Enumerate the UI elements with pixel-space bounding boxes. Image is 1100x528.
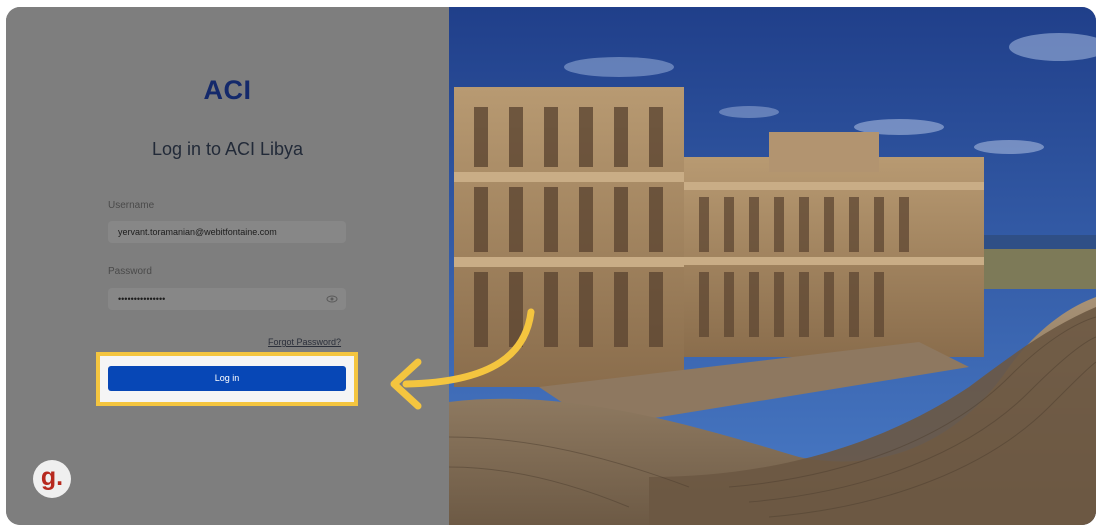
password-label: Password — [108, 266, 152, 277]
guide-badge-letter: g. — [40, 462, 64, 491]
aci-logo: ACI — [203, 75, 252, 105]
arrow-annotation — [390, 308, 535, 410]
roman-theater-photo — [449, 7, 1096, 525]
forgot-password-link[interactable]: Forgot Password? — [268, 337, 341, 347]
login-button[interactable]: Log in — [108, 366, 346, 391]
password-field[interactable]: ••••••••••••••• — [108, 288, 346, 310]
login-page: ACI Log in to ACI Libya Username yervant… — [6, 7, 1096, 525]
username-label: Username — [108, 200, 155, 211]
username-field[interactable]: yervant.toramanian@webitfontaine.com — [108, 221, 346, 243]
login-panel: ACI Log in to ACI Libya Username yervant… — [6, 7, 449, 525]
page-title: Log in to ACI Libya — [151, 139, 304, 159]
guide-badge[interactable]: g. — [33, 460, 71, 498]
password-value: ••••••••••••••• — [118, 294, 166, 304]
eye-icon[interactable] — [326, 293, 338, 305]
